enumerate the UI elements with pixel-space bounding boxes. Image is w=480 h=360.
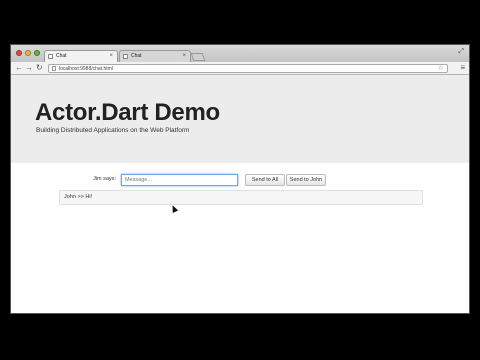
menu-icon[interactable]: ≡ <box>460 63 465 73</box>
page-icon <box>52 66 56 71</box>
browser-toolbar: ← → ↻ localhost:9988/chat.html ☆ ≡ <box>11 62 469 75</box>
hero-banner: Actor.Dart Demo Building Distributed App… <box>11 75 469 163</box>
page-favicon-icon <box>123 54 128 59</box>
send-to-john-button[interactable]: Send to John <box>286 174 326 186</box>
window-close-button[interactable] <box>16 50 22 56</box>
tab-title: Chat <box>56 53 67 59</box>
close-tab-icon[interactable]: × <box>109 51 113 62</box>
sender-label: Jim says: <box>93 176 116 182</box>
new-tab-button[interactable] <box>190 53 206 61</box>
browser-window: Chat × Chat × ⤢ ← → ↻ localhost:9988/cha… <box>10 44 470 314</box>
page-content: Actor.Dart Demo Building Distributed App… <box>11 75 469 313</box>
tab-chat-inactive[interactable]: Chat × <box>119 50 191 62</box>
tab-title: Chat <box>131 53 142 59</box>
window-minimize-button[interactable] <box>25 50 31 56</box>
url-text: localhost:9988/chat.html <box>59 66 113 72</box>
window-zoom-button[interactable] <box>34 50 40 56</box>
reload-icon[interactable]: ↻ <box>36 63 43 73</box>
message-input[interactable] <box>121 174 238 186</box>
back-icon[interactable]: ← <box>15 63 23 73</box>
forward-icon[interactable]: → <box>25 63 33 73</box>
tab-chat-active[interactable]: Chat × <box>44 50 118 62</box>
tab-strip: Chat × Chat × ⤢ <box>11 45 469 62</box>
send-to-all-button[interactable]: Send to All <box>245 174 285 186</box>
page-title: Actor.Dart Demo <box>35 99 220 126</box>
address-bar[interactable]: localhost:9988/chat.html ☆ <box>48 64 448 73</box>
close-tab-icon[interactable]: × <box>182 51 186 62</box>
bookmark-star-icon[interactable]: ☆ <box>438 64 444 73</box>
page-subtitle: Building Distributed Applications on the… <box>36 127 190 134</box>
fullscreen-icon[interactable]: ⤢ <box>458 48 464 56</box>
message-log: John >> Hi! <box>59 190 423 205</box>
message-line: John >> Hi! <box>64 194 93 200</box>
page-favicon-icon <box>48 54 53 59</box>
